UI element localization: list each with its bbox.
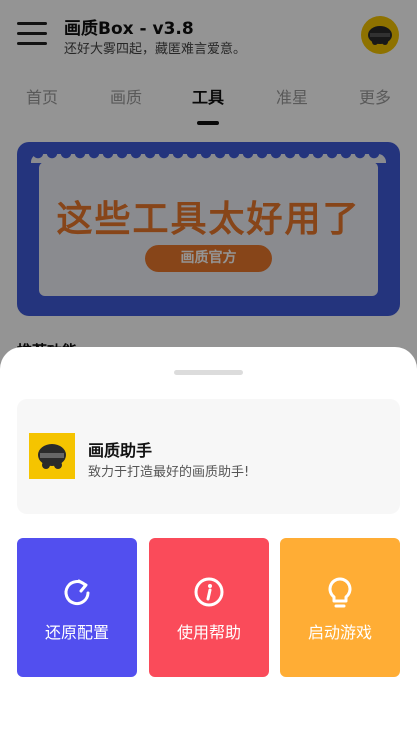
help-button[interactable]: 使用帮助 (149, 538, 269, 677)
launch-game-label: 启动游戏 (307, 623, 372, 642)
bottom-sheet: 画质助手 致力于打造最好的画质助手! 还原配置 使用帮助 启动游戏 (0, 347, 417, 741)
app-logo (29, 433, 75, 479)
refresh-icon (17, 576, 137, 612)
app-description: 致力于打造最好的画质助手! (88, 465, 250, 480)
sheet-handle[interactable] (174, 370, 243, 375)
app-name: 画质助手 (88, 441, 153, 460)
lightbulb-icon (280, 576, 400, 612)
help-label: 使用帮助 (176, 623, 241, 642)
restore-config-label: 还原配置 (44, 623, 109, 642)
restore-config-button[interactable]: 还原配置 (17, 538, 137, 677)
info-icon (149, 576, 269, 612)
helmet-icon (38, 444, 66, 469)
app-info-card: 画质助手 致力于打造最好的画质助手! (17, 399, 400, 514)
launch-game-button[interactable]: 启动游戏 (280, 538, 400, 677)
